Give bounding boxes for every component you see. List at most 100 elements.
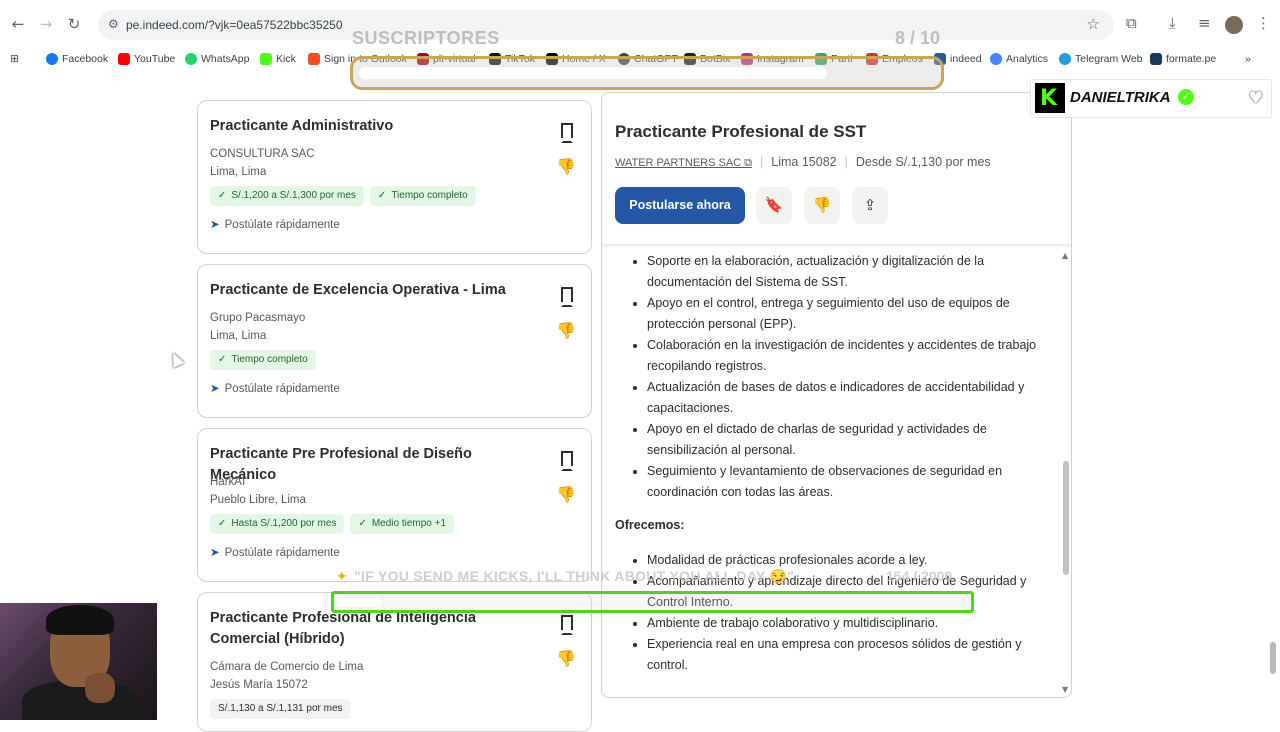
thumbs-down-icon[interactable]: 👎 xyxy=(556,649,576,668)
sparkle-icon: ✦ xyxy=(336,569,349,585)
quick-apply-label: Postúlate rápidamente xyxy=(224,383,340,395)
thumbs-down-icon[interactable]: 👎 xyxy=(556,321,576,340)
bookmark-telegram[interactable]: Telegram Web xyxy=(1059,51,1143,67)
address-bar[interactable]: ⚙ pe.indeed.com/?vjk=0ea57522bbc35250 ☆ xyxy=(98,10,1114,40)
subscribers-count: 8 / 10 xyxy=(895,28,941,48)
job-title[interactable]: Practicante Profesional de Inteligencia … xyxy=(210,608,540,650)
list-item: Experiencia real en una empresa con proc… xyxy=(647,634,1055,676)
save-job-button[interactable]: 🔖 xyxy=(756,187,792,224)
thumbs-down-icon[interactable]: 👎 xyxy=(556,157,576,176)
job-company: Cámara de Comercio de Lima xyxy=(210,661,364,673)
back-icon[interactable]: ← xyxy=(8,14,28,34)
list-item: Apoyo en el control, entrega y seguimien… xyxy=(647,293,1055,335)
streamer-name: DANIELTRIKA xyxy=(1070,89,1171,106)
site-settings-icon[interactable]: ⚙ xyxy=(108,17,119,31)
formate-icon xyxy=(1150,53,1162,65)
tag-label: Tiempo completo xyxy=(231,354,308,365)
analytics-icon xyxy=(990,53,1002,65)
list-item: Soporte en la elaboración, actualización… xyxy=(647,251,1055,293)
job-tags: ✓ Tiempo completo xyxy=(210,350,316,370)
type-tag: ✓ Tiempo completo xyxy=(210,350,316,370)
arrow-icon: ➤ xyxy=(210,381,220,395)
more-bookmarks-icon[interactable]: » xyxy=(1245,51,1251,67)
forward-icon[interactable]: → xyxy=(36,14,56,34)
kick-goal-fill xyxy=(337,598,381,607)
profile-avatar[interactable] xyxy=(1225,16,1243,34)
check-icon: ✓ xyxy=(377,190,387,201)
kick-logo-icon: K xyxy=(1035,83,1065,113)
quick-apply-label: Postúlate rápidamente xyxy=(224,219,340,231)
mouse-cursor-icon xyxy=(167,350,185,368)
list-item: Ambiente de trabajo colaborativo y multi… xyxy=(647,613,1055,634)
bookmark-analytics[interactable]: Analytics xyxy=(990,51,1048,67)
youtube-icon xyxy=(118,53,130,65)
scroll-down-icon[interactable]: ▼ xyxy=(1062,685,1068,694)
check-icon: ✓ xyxy=(218,354,227,365)
extensions-icon[interactable]: ⧉ xyxy=(1126,14,1137,32)
bookmark-whatsapp[interactable]: WhatsApp xyxy=(185,51,249,67)
bookmark-label: Telegram Web xyxy=(1075,53,1143,65)
bookmark-icon: 🔖 xyxy=(764,196,784,214)
bookmark-label: indeed xyxy=(950,53,982,65)
job-title[interactable]: Practicante Administrativo xyxy=(210,116,540,137)
bookmark-facebook[interactable]: Facebook xyxy=(46,51,108,67)
salary-tag: ✓ S/.1,200 a S/.1,300 por mes xyxy=(210,186,364,206)
url-text[interactable]: pe.indeed.com/?vjk=0ea57522bbc35250 xyxy=(126,18,343,32)
telegram-icon xyxy=(1059,53,1071,65)
quick-apply: ➤ Postúlate rápidamente xyxy=(210,381,340,395)
check-icon: ✓ xyxy=(358,518,367,529)
thumbs-down-icon[interactable]: 👎 xyxy=(556,485,576,504)
subscribers-goal-fill xyxy=(359,67,827,79)
job-location: Jesús María 15072 xyxy=(210,679,308,691)
list-item: Colaboración en la investigación de inci… xyxy=(647,335,1055,377)
job-card[interactable]: Practicante Profesional de Inteligencia … xyxy=(197,592,592,732)
tag-label: Medio tiempo xyxy=(371,518,432,529)
thumbs-down-icon: 👎 xyxy=(812,196,832,214)
whatsapp-icon xyxy=(185,53,197,65)
salary-tag: S/.1,130 a S/.1,131 por mes xyxy=(210,699,351,719)
menu-icon[interactable]: ⋮ xyxy=(1256,14,1271,32)
reload-icon[interactable]: ↻ xyxy=(64,14,84,34)
job-company: CONSULTURA SAC xyxy=(210,148,315,160)
subscribers-label: SUSCRIPTORES xyxy=(352,28,500,48)
save-job-icon[interactable] xyxy=(561,287,573,307)
apply-now-button[interactable]: Postularse ahora xyxy=(615,187,745,224)
bookmark-youtube[interactable]: YouTube xyxy=(118,51,175,67)
save-job-icon[interactable] xyxy=(561,615,573,635)
job-card[interactable]: Practicante Administrativo CONSULTURA SA… xyxy=(197,100,592,254)
arrow-icon: ➤ xyxy=(210,217,220,231)
bookmark-star-icon[interactable]: ☆ xyxy=(1087,15,1100,33)
page-scrollbar-thumb[interactable] xyxy=(1270,642,1276,674)
job-card[interactable]: Practicante de Excelencia Operativa - Li… xyxy=(197,264,592,418)
divider xyxy=(602,244,1071,248)
download-icon[interactable]: ⤓ xyxy=(1169,14,1176,32)
save-job-icon[interactable] xyxy=(561,123,573,143)
media-icon[interactable]: ≡ xyxy=(1198,14,1211,32)
job-title[interactable]: Practicante Pre Profesional de Diseño Me… xyxy=(210,444,540,486)
bookmark-kick[interactable]: Kick xyxy=(260,51,296,67)
not-interested-button[interactable]: 👎 xyxy=(804,187,840,224)
list-item: Apoyo en el dictado de charlas de seguri… xyxy=(647,419,1055,461)
quick-apply: ➤ Postúlate rápidamente xyxy=(210,217,340,231)
share-button[interactable]: ⇪ xyxy=(852,187,888,224)
separator: | xyxy=(760,155,764,169)
job-company: HarkAI xyxy=(210,476,246,488)
save-job-icon[interactable] xyxy=(561,451,573,471)
detail-scrollbar-thumb[interactable] xyxy=(1063,461,1069,575)
job-card[interactable]: Practicante Pre Profesional de Diseño Me… xyxy=(197,428,592,582)
type-tag: ✓ Tiempo completo xyxy=(369,186,476,206)
detail-meta: WATER PARTNERS SAC ⧉ | Lima 15082 | Desd… xyxy=(615,155,991,170)
job-title[interactable]: Practicante de Excelencia Operativa - Li… xyxy=(210,280,540,301)
heart-icon: ♥ xyxy=(1248,88,1263,107)
scroll-up-icon[interactable]: ▲ xyxy=(1062,251,1068,260)
detail-job-title: Practicante Profesional de SST xyxy=(615,122,867,141)
kick-icon xyxy=(260,53,272,65)
check-icon: ✓ xyxy=(218,190,227,201)
apps-grid-icon[interactable]: ⊞ xyxy=(10,51,19,67)
company-link[interactable]: WATER PARTNERS SAC ⧉ xyxy=(615,157,752,170)
company-name: WATER PARTNERS SAC xyxy=(615,157,742,169)
type-tag: ✓ Medio tiempo +1 xyxy=(350,514,455,534)
job-company: Grupo Pacasmayo xyxy=(210,312,306,324)
tag-label: Hasta S/.1,200 por mes xyxy=(231,518,337,529)
bookmark-formate[interactable]: formate.pe xyxy=(1150,51,1216,67)
